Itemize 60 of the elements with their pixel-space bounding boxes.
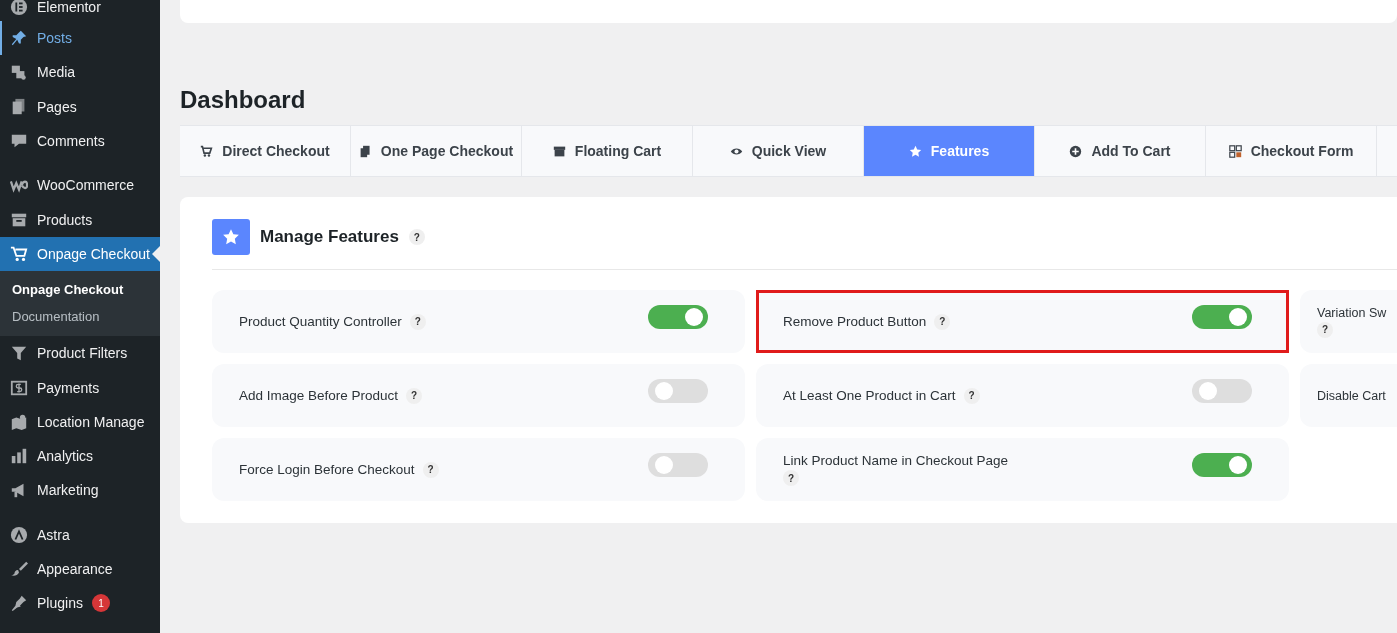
notification-badge: 1	[91, 594, 110, 613]
sidebar-item[interactable]: Payments	[0, 370, 160, 405]
bar-chart-icon	[10, 447, 28, 466]
feature-label: Force Login Before Checkout	[239, 462, 415, 477]
pin-icon	[10, 29, 28, 48]
toggle-switch[interactable]	[1192, 304, 1252, 329]
paintbrush-icon	[10, 560, 28, 578]
sidebar-item[interactable]: Analytics	[0, 438, 160, 474]
plus-circle-icon	[1069, 144, 1083, 158]
star-icon	[908, 144, 922, 158]
submenu-item[interactable]: Onpage Checkout	[0, 276, 160, 304]
help-icon[interactable]: ?	[783, 470, 799, 486]
sidebar-item[interactable]: Pages	[0, 89, 160, 124]
qr-code-icon	[1228, 144, 1242, 158]
toggle-switch[interactable]	[1192, 378, 1252, 403]
sidebar-item[interactable]: Elementor	[0, 0, 160, 21]
sidebar-item[interactable]: Product Filters	[0, 336, 160, 371]
sidebar-item[interactable]: Astra	[0, 517, 160, 552]
copy-icon	[358, 144, 372, 158]
media-icon	[10, 63, 28, 82]
feature-label: Link Product Name in Checkout Page	[783, 453, 1009, 468]
funnel-icon	[10, 344, 28, 363]
a-logo-icon	[10, 525, 28, 544]
help-icon[interactable]: ?	[422, 461, 439, 478]
help-icon[interactable]: ?	[409, 313, 426, 330]
cart-icon	[200, 144, 214, 158]
toggle-switch[interactable]	[648, 304, 708, 329]
feature-label: Add Image Before Product	[239, 388, 399, 403]
toggle-switch[interactable]	[1192, 452, 1252, 477]
sidebar-item[interactable]: Comments	[0, 123, 160, 159]
feature-label: Disable Cart	[1317, 388, 1386, 403]
help-icon[interactable]: ?	[406, 387, 423, 404]
feature-label: Remove Product Button	[783, 314, 927, 329]
archive-box-icon	[552, 144, 566, 158]
dollar-icon	[10, 378, 28, 397]
toggle-switch[interactable]	[648, 378, 708, 403]
help-icon[interactable]: ?	[963, 387, 980, 404]
sidebar-item[interactable]: Marketing	[0, 473, 160, 508]
panel-title: Manage Features	[260, 227, 399, 247]
sidebar-item[interactable]: WooCommerce	[0, 168, 160, 203]
toggle-switch[interactable]	[648, 452, 708, 477]
help-icon[interactable]: ?	[1317, 321, 1333, 338]
map-pin-icon	[10, 412, 28, 431]
help-icon[interactable]: ?	[934, 313, 951, 330]
sidebar-item[interactable]: Posts	[0, 21, 160, 56]
sidebar-item[interactable]: Onpage Checkout	[0, 236, 160, 272]
submenu-item[interactable]: Documentation	[0, 303, 160, 331]
menu-pointer-icon	[152, 245, 160, 262]
cart-icon	[10, 244, 28, 263]
sidebar-item[interactable]: Location Manage	[0, 404, 160, 439]
feature-label: Product Quantity Controller	[239, 314, 402, 329]
plug-icon	[10, 594, 28, 613]
sidebar-item[interactable]: Media	[0, 55, 160, 90]
feature-label: Variation Sw	[1317, 305, 1387, 320]
sidebar-item[interactable]: Plugins 1	[0, 586, 160, 621]
sidebar-item[interactable]: Appearance	[0, 551, 160, 587]
feature-label: At Least One Product in Cart	[783, 388, 956, 403]
help-icon[interactable]: ?	[408, 229, 425, 245]
page-title: Dashboard	[180, 85, 307, 115]
sidebar-item[interactable]: Products	[0, 202, 160, 237]
